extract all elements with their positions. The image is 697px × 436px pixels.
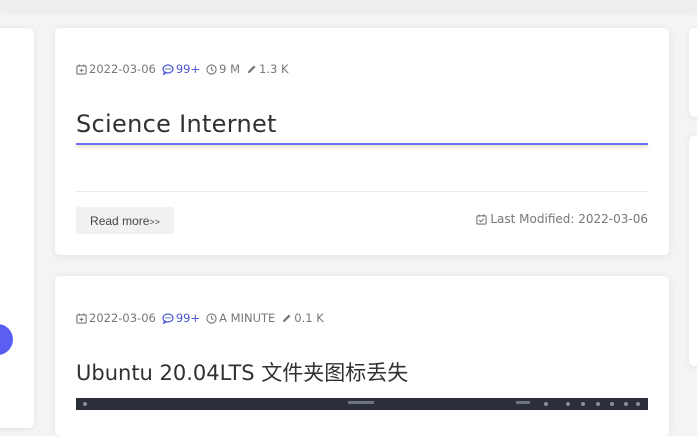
post-date-text: 2022-03-06 bbox=[89, 62, 156, 76]
preview-decoration bbox=[348, 401, 374, 404]
post-word-count: 0.1 K bbox=[281, 311, 324, 325]
preview-decoration bbox=[83, 402, 87, 406]
post-title[interactable]: Ubuntu 20.04LTS 文件夹图标丢失 bbox=[76, 357, 408, 387]
post-comments-count: 99+ bbox=[175, 62, 201, 76]
right-sidebar-card-1 bbox=[689, 28, 697, 117]
post-read-time: A MINUTE bbox=[206, 311, 275, 325]
preview-decoration bbox=[624, 402, 628, 406]
post-preview-image bbox=[76, 398, 648, 410]
pencil-icon bbox=[283, 313, 291, 322]
post-comments[interactable]: 99+ bbox=[162, 62, 200, 76]
title-underline bbox=[76, 143, 648, 145]
last-modified-text: Last Modified: 2022-03-06 bbox=[490, 212, 648, 226]
post-card: 2022-03-06 99+ A MINUTE 0.1 K Ubuntu 20.… bbox=[55, 276, 669, 436]
preview-decoration bbox=[596, 402, 600, 406]
top-navigation-bar bbox=[0, 0, 697, 10]
post-card: 2022-03-06 99+ 9 M 1.3 K Science Interne… bbox=[55, 28, 669, 255]
post-date: 2022-03-06 bbox=[76, 62, 156, 76]
post-word-count: 1.3 K bbox=[246, 62, 289, 76]
preview-decoration bbox=[566, 402, 570, 406]
post-word-count-text: 1.3 K bbox=[259, 62, 289, 76]
calendar-icon bbox=[76, 63, 87, 75]
post-date: 2022-03-06 bbox=[76, 311, 156, 325]
post-word-count-text: 0.1 K bbox=[294, 311, 324, 325]
preview-decoration bbox=[581, 402, 585, 406]
read-more-button[interactable]: Read more>> bbox=[76, 207, 174, 234]
read-more-label: Read more bbox=[90, 213, 150, 228]
last-modified: Last Modified: 2022-03-06 bbox=[476, 212, 648, 226]
preview-decoration bbox=[516, 401, 530, 404]
preview-decoration bbox=[636, 402, 640, 406]
preview-decoration bbox=[544, 402, 548, 406]
right-sidebar-card-2 bbox=[689, 136, 697, 366]
post-meta: 2022-03-06 99+ A MINUTE 0.1 K bbox=[76, 310, 330, 326]
post-read-time: 9 M bbox=[206, 62, 240, 76]
clock-icon bbox=[206, 312, 217, 324]
left-sidebar-card bbox=[0, 28, 34, 428]
post-meta: 2022-03-06 99+ 9 M 1.3 K bbox=[76, 61, 295, 77]
post-read-time-text: A MINUTE bbox=[219, 311, 276, 325]
post-title[interactable]: Science Internet bbox=[76, 110, 277, 138]
comment-bubble-icon bbox=[162, 63, 174, 75]
post-comments[interactable]: 99+ bbox=[162, 311, 200, 325]
calendar-icon bbox=[76, 312, 87, 324]
calendar-check-icon bbox=[476, 213, 488, 225]
post-comments-count: 99+ bbox=[175, 311, 201, 325]
comment-bubble-icon bbox=[162, 312, 174, 324]
post-read-time-text: 9 M bbox=[219, 62, 241, 76]
clock-icon bbox=[206, 63, 217, 75]
preview-decoration bbox=[610, 402, 614, 406]
pencil-icon bbox=[247, 64, 256, 73]
divider bbox=[76, 191, 648, 192]
post-date-text: 2022-03-06 bbox=[89, 311, 156, 325]
read-more-arrows: >> bbox=[149, 216, 160, 227]
